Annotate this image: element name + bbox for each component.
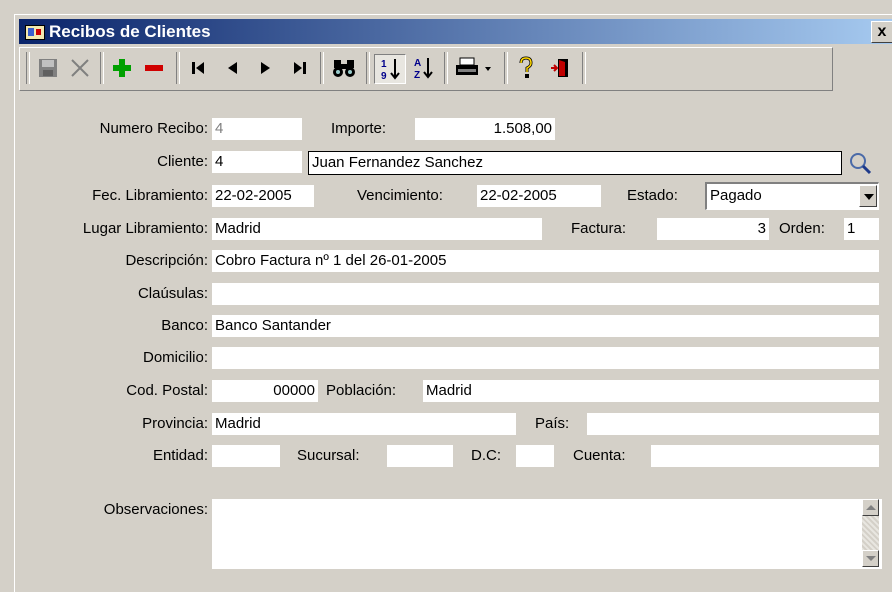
descripcion-label: Descripción: xyxy=(125,252,208,269)
delete-record-button[interactable] xyxy=(140,54,168,82)
importe-field[interactable]: 1.508,00 xyxy=(415,118,555,140)
clausulas-label: Claúsulas: xyxy=(137,285,208,302)
window-title: Recibos de Clientes xyxy=(49,22,211,41)
toolbar: 1 9 A Z xyxy=(19,47,833,91)
sort-numeric-button[interactable]: 1 9 xyxy=(374,54,406,84)
estado-label: Estado: xyxy=(627,187,678,204)
prev-record-button[interactable] xyxy=(218,54,246,82)
add-record-button[interactable] xyxy=(108,54,136,82)
dc-field[interactable] xyxy=(516,445,554,467)
print-button[interactable] xyxy=(452,54,496,82)
entidad-label: Entidad: xyxy=(152,447,208,464)
toolbar-separator xyxy=(582,52,586,84)
cliente-name-field[interactable]: Juan Fernandez Sanchez xyxy=(308,151,842,175)
sucursal-field[interactable] xyxy=(387,445,453,467)
x-icon xyxy=(71,59,89,77)
cuenta-label: Cuenta: xyxy=(573,447,626,464)
prev-icon xyxy=(228,62,237,74)
cod-postal-label: Cod. Postal: xyxy=(126,382,208,399)
factura-label: Factura: xyxy=(571,220,627,237)
toolbar-separator xyxy=(26,52,30,84)
search-button[interactable] xyxy=(328,54,360,82)
svg-text:A: A xyxy=(414,58,421,69)
lugar-libramiento-field[interactable]: Madrid xyxy=(212,218,542,240)
cliente-label: Cliente: xyxy=(157,153,208,170)
next-record-button[interactable] xyxy=(252,54,280,82)
binoculars-icon xyxy=(333,60,355,77)
first-icon xyxy=(192,62,204,74)
poblacion-label: Población: xyxy=(326,382,397,399)
vencimiento-label: Vencimiento: xyxy=(357,187,443,204)
last-record-button[interactable] xyxy=(286,54,314,82)
sucursal-label: Sucursal: xyxy=(297,447,360,464)
importe-label: Importe: xyxy=(331,120,387,137)
factura-field[interactable]: 3 xyxy=(657,218,769,240)
estado-value: Pagado xyxy=(710,187,762,204)
sort-alpha-icon: A Z xyxy=(414,58,433,80)
cliente-code-field[interactable]: 4 xyxy=(212,151,302,173)
domicilio-label: Domicilio: xyxy=(142,349,208,366)
fec-libramiento-label: Fec. Libramiento: xyxy=(92,187,208,204)
poblacion-field[interactable]: Madrid xyxy=(423,380,879,402)
scrollbar-track[interactable] xyxy=(862,516,879,550)
svg-text:1: 1 xyxy=(381,59,387,70)
printer-icon xyxy=(456,57,491,75)
observaciones-label: Observaciones: xyxy=(103,501,208,518)
question-icon xyxy=(519,56,533,78)
magnifier-icon xyxy=(850,153,872,175)
client-lookup-button[interactable] xyxy=(846,149,874,177)
entidad-field[interactable] xyxy=(212,445,280,467)
receipt-app-icon xyxy=(25,25,45,40)
floppy-icon xyxy=(39,59,57,77)
exit-door-icon xyxy=(551,59,568,77)
recibos-window: Recibos de Clientes x 1 9 A Z Numero Rec… xyxy=(14,14,892,592)
numero-recibo-field[interactable]: 4 xyxy=(212,118,302,140)
lugar-libramiento-label: Lugar Libramiento: xyxy=(82,220,208,237)
chevron-down-icon[interactable] xyxy=(859,185,877,207)
cuenta-field[interactable] xyxy=(651,445,879,467)
numero-recibo-label: Numero Recibo: xyxy=(99,120,208,137)
dc-label: D.C: xyxy=(471,447,501,464)
toolbar-separator xyxy=(444,52,448,84)
banco-field[interactable]: Banco Santander xyxy=(212,315,879,337)
toolbar-separator xyxy=(504,52,508,84)
cancel-button[interactable] xyxy=(66,54,94,82)
toolbar-separator xyxy=(320,52,324,84)
orden-label: Orden: xyxy=(779,220,825,237)
pais-label: País: xyxy=(535,415,570,432)
orden-field[interactable]: 1 xyxy=(844,218,879,240)
estado-select[interactable]: Pagado xyxy=(705,182,879,210)
svg-text:Z: Z xyxy=(414,70,420,80)
vencimiento-field[interactable]: 22-02-2005 xyxy=(477,185,601,207)
title-bar[interactable]: Recibos de Clientes x xyxy=(19,19,892,44)
next-icon xyxy=(261,62,270,74)
toolbar-separator xyxy=(366,52,370,84)
toolbar-separator xyxy=(100,52,104,84)
cod-postal-field[interactable]: 00000 xyxy=(212,380,318,402)
first-record-button[interactable] xyxy=(184,54,212,82)
last-icon xyxy=(294,62,306,74)
sort-numeric-icon: 1 9 xyxy=(381,59,400,81)
observaciones-textarea[interactable] xyxy=(212,499,882,569)
scroll-up-button[interactable] xyxy=(862,499,879,516)
provincia-label: Provincia: xyxy=(142,415,208,432)
plus-icon xyxy=(113,59,131,77)
exit-button[interactable] xyxy=(546,54,574,82)
toolbar-separator xyxy=(176,52,180,84)
banco-label: Banco: xyxy=(161,317,208,334)
scroll-down-button[interactable] xyxy=(862,550,879,567)
help-button[interactable] xyxy=(512,54,540,82)
close-button[interactable]: x xyxy=(871,21,892,43)
pais-field[interactable] xyxy=(587,413,879,435)
sort-alpha-button[interactable]: A Z xyxy=(408,54,438,82)
save-button[interactable] xyxy=(34,54,62,82)
descripcion-field[interactable]: Cobro Factura nº 1 del 26-01-2005 xyxy=(212,250,879,272)
domicilio-field[interactable] xyxy=(212,347,879,369)
minus-icon xyxy=(145,65,163,71)
clausulas-field[interactable] xyxy=(212,283,879,305)
provincia-field[interactable]: Madrid xyxy=(212,413,516,435)
svg-text:9: 9 xyxy=(381,71,387,81)
fec-libramiento-field[interactable]: 22-02-2005 xyxy=(212,185,314,207)
